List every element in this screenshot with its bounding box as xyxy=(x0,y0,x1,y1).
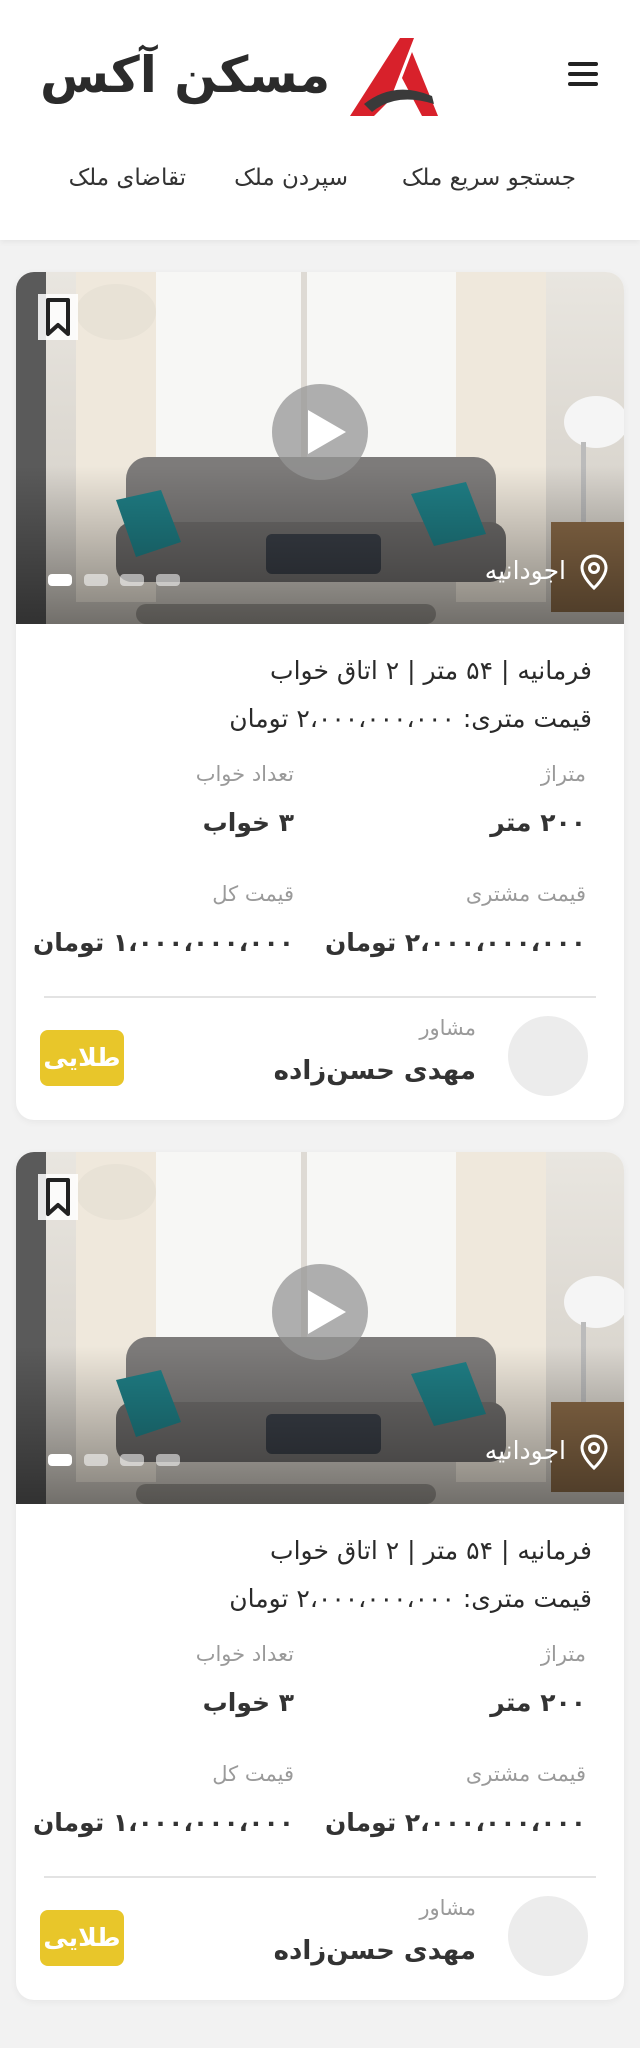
slide-dot[interactable] xyxy=(48,574,72,586)
slide-dot[interactable] xyxy=(120,574,144,586)
play-icon[interactable] xyxy=(272,384,368,480)
total-price-label: قیمت کل xyxy=(212,882,294,906)
price-per-meter: قیمت متری: ۲،۰۰۰،۰۰۰،۰۰۰ تومان xyxy=(229,1584,592,1613)
nav-submit-property[interactable]: سپردن ملک xyxy=(234,165,348,191)
total-price-value: ۱،۰۰۰،۰۰۰،۰۰۰ تومان xyxy=(32,1808,294,1837)
area-value: ۲۰۰ متر xyxy=(490,1688,586,1717)
nav-property-request[interactable]: تقاضای ملک xyxy=(69,165,186,191)
customer-price-value: ۲،۰۰۰،۰۰۰،۰۰۰ تومان xyxy=(324,1808,586,1837)
nav-quick-search[interactable]: جستجو سریع ملک xyxy=(402,165,576,191)
bedrooms-label: تعداد خواب xyxy=(195,1642,294,1666)
location-label: اجودانیه xyxy=(484,556,566,585)
slide-dot[interactable] xyxy=(84,574,108,586)
avatar[interactable] xyxy=(508,1896,588,1976)
slide-dot[interactable] xyxy=(84,1454,108,1466)
customer-price-value: ۲،۰۰۰،۰۰۰،۰۰۰ تومان xyxy=(324,928,586,957)
bedrooms-value: ۳ خواب xyxy=(202,808,294,837)
bookmark-icon[interactable] xyxy=(38,1174,78,1220)
slide-dot[interactable] xyxy=(156,574,180,586)
advisor-name[interactable]: مهدی حسن‌زاده xyxy=(274,1056,476,1086)
advisor-label: مشاور xyxy=(419,1016,476,1040)
listing-summary: فرمانیه | ۵۴ متر | ۲ اتاق خواب xyxy=(270,656,592,685)
slide-dot[interactable] xyxy=(48,1454,72,1466)
location-pin-icon xyxy=(580,554,608,590)
location: اجودانیه xyxy=(450,1434,620,1470)
listing-card[interactable]: اجودانیه فرمانیه | ۵۴ متر | ۲ اتاق خواب … xyxy=(16,272,624,1120)
divider xyxy=(44,1876,596,1878)
play-icon[interactable] xyxy=(272,1264,368,1360)
divider xyxy=(44,996,596,998)
avatar[interactable] xyxy=(508,1016,588,1096)
status-badge: طلایی xyxy=(40,1030,124,1086)
advisor-name[interactable]: مهدی حسن‌زاده xyxy=(274,1936,476,1966)
customer-price-label: قیمت مشتری xyxy=(465,882,586,906)
total-price-label: قیمت کل xyxy=(212,1762,294,1786)
price-per-meter: قیمت متری: ۲،۰۰۰،۰۰۰،۰۰۰ تومان xyxy=(229,704,592,733)
status-badge: طلایی xyxy=(40,1910,124,1966)
menu-icon[interactable] xyxy=(565,60,601,88)
brand-name: مسکن آکس xyxy=(40,46,331,104)
area-label: متراژ xyxy=(540,1642,586,1666)
site-header: مسکن آکس جستجو سریع ملک سپردن ملک تقاضای… xyxy=(0,0,640,240)
total-price-value: ۱،۰۰۰،۰۰۰،۰۰۰ تومان xyxy=(32,928,294,957)
bedrooms-label: تعداد خواب xyxy=(195,762,294,786)
advisor-label: مشاور xyxy=(419,1896,476,1920)
customer-price-label: قیمت مشتری xyxy=(465,1762,586,1786)
location: اجودانیه xyxy=(450,554,620,590)
location-label: اجودانیه xyxy=(484,1436,566,1465)
logo-icon xyxy=(350,38,438,116)
slide-dot[interactable] xyxy=(120,1454,144,1466)
bookmark-icon[interactable] xyxy=(38,294,78,340)
location-pin-icon xyxy=(580,1434,608,1470)
area-label: متراژ xyxy=(540,762,586,786)
bedrooms-value: ۳ خواب xyxy=(202,1688,294,1717)
slide-dot[interactable] xyxy=(156,1454,180,1466)
area-value: ۲۰۰ متر xyxy=(490,808,586,837)
listing-card[interactable]: اجودانیه فرمانیه | ۵۴ متر | ۲ اتاق خواب … xyxy=(16,1152,624,2000)
listing-summary: فرمانیه | ۵۴ متر | ۲ اتاق خواب xyxy=(270,1536,592,1565)
